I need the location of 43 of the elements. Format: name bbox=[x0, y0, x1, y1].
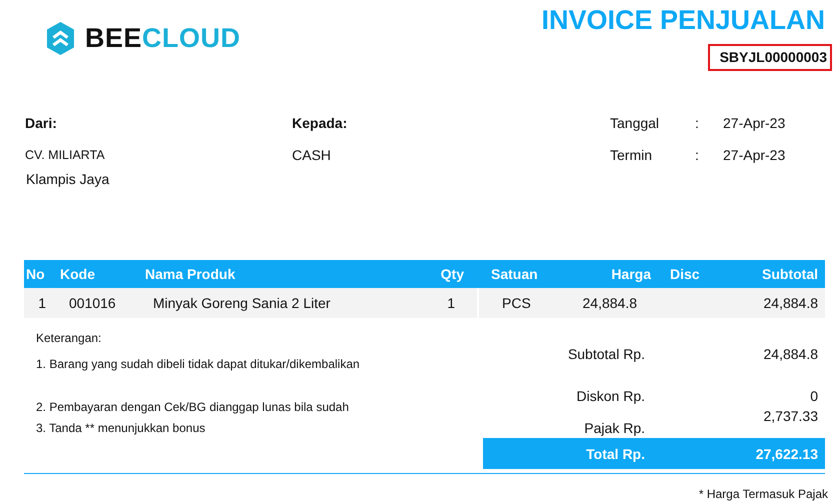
table-cell-text: 001016 bbox=[68, 294, 117, 313]
from-label: Dari: bbox=[25, 115, 58, 133]
table-cell-text: 24,884.8 bbox=[762, 294, 819, 313]
invoice-title: INVOICE PENJUALAN bbox=[541, 6, 825, 36]
detail-separator: : bbox=[695, 147, 700, 165]
detail-label: Termin bbox=[610, 147, 654, 165]
footnote: * Harga Termasuk Pajak bbox=[698, 487, 828, 501]
summary-value: 2,737.33 bbox=[762, 408, 818, 424]
invoice-number: SBYJL00000003 bbox=[708, 44, 832, 71]
summary-label: Pajak Rp. bbox=[583, 420, 645, 436]
table-cell-text: 1 bbox=[37, 294, 47, 313]
detail-separator: : bbox=[695, 115, 700, 133]
detail-value: 27-Apr-23 bbox=[723, 115, 786, 133]
table-cell-text: 24,884.8 bbox=[582, 294, 638, 313]
sender-name: CV. MILIARTA bbox=[25, 147, 106, 164]
summary-label: Total Rp. bbox=[585, 446, 645, 462]
summary-label: Diskon Rp. bbox=[576, 388, 645, 404]
sender-address: Klampis Jaya bbox=[26, 171, 110, 187]
table-cell: PCS bbox=[477, 288, 557, 318]
column-header: No bbox=[25, 265, 46, 284]
notes-heading: Keterangan: bbox=[36, 331, 102, 345]
summary-value: 24,884.8 bbox=[762, 346, 818, 362]
table-cell-text: Minyak Goreng Sania 2 Liter bbox=[152, 294, 332, 313]
summary-label: Subtotal Rp. bbox=[566, 346, 645, 362]
table-cell-text: 1 bbox=[446, 294, 456, 313]
summary-value: 0 bbox=[809, 388, 818, 404]
summary-value: 27,622.13 bbox=[754, 446, 818, 462]
column-header: Harga bbox=[610, 265, 652, 284]
column-header: Satuan bbox=[490, 265, 539, 284]
detail-value: 27-Apr-23 bbox=[723, 147, 786, 165]
column-header: Kode bbox=[59, 265, 96, 284]
detail-label: Tanggal bbox=[610, 115, 660, 133]
note-text: 1. Barang yang sudah dibeli tidak dapat ditukar/dikembalikan bbox=[36, 357, 360, 371]
note-text: 3. Tanda ** menunjukkan bonus bbox=[36, 421, 206, 435]
column-header: Qty bbox=[440, 265, 465, 284]
column-header: Disc bbox=[669, 265, 701, 284]
recipient-name: CASH bbox=[292, 147, 332, 165]
column-header: Nama Produk bbox=[144, 265, 236, 284]
note-text: 2. Pembayaran dengan Cek/BG dianggap lunas bila sudah bbox=[36, 400, 350, 414]
logo-icon bbox=[47, 22, 74, 55]
brand-logo: BEECLOUD bbox=[85, 25, 241, 52]
column-header: Subtotal bbox=[761, 265, 819, 284]
to-label: Kepada: bbox=[292, 115, 348, 133]
